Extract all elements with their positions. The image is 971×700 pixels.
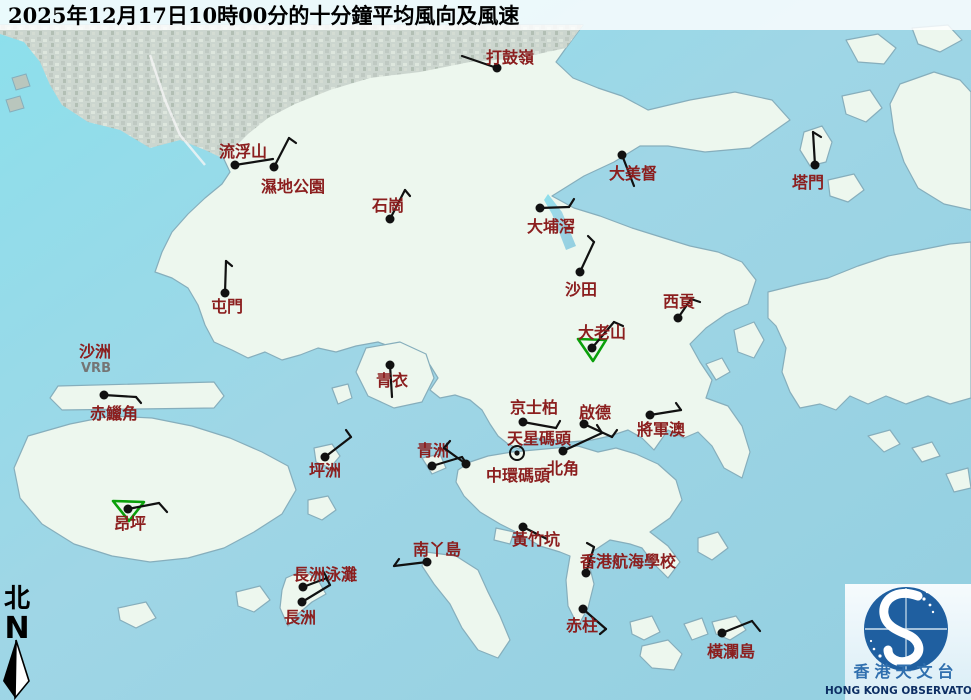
station-label: 將軍澳 xyxy=(637,420,686,439)
logo-name-english: HONG KONG OBSERVATORY xyxy=(825,685,971,697)
station-sha-chau: 沙洲VRB xyxy=(79,342,111,376)
station-label: 大老山 xyxy=(578,323,626,342)
station-label: 橫瀾島 xyxy=(707,642,755,661)
station-label: 沙田 xyxy=(565,280,597,299)
station-label: 北角 xyxy=(547,459,579,478)
station-sublabel: VRB xyxy=(81,361,111,376)
station-dot xyxy=(231,161,240,170)
station-label: 青衣 xyxy=(376,371,408,390)
station-dot xyxy=(270,163,279,172)
title-bar: 2025年12月17日10時00分的十分鐘平均風向及風速 xyxy=(0,0,971,30)
station-label: 坪洲 xyxy=(309,461,341,480)
station-label: 打鼓嶺 xyxy=(486,48,534,67)
logo-name-chinese: 香港天文台 xyxy=(852,662,958,681)
station-label: 天星碼頭 xyxy=(507,429,572,448)
hko-wind-map: 打鼓嶺流浮山濕地公園石崗 大美督 塔門大埔滘沙田西貢大老山 屯門沙洲VRB 赤鱲角 青衣坪… xyxy=(0,0,971,700)
station-dot xyxy=(674,314,683,323)
station-label: 長洲泳灘 xyxy=(293,565,357,584)
station-dot xyxy=(718,629,727,638)
station-dot xyxy=(579,605,588,614)
station-dot xyxy=(386,361,395,370)
station-dot xyxy=(100,391,109,400)
compass-north-cjk: 北 xyxy=(4,584,30,614)
station-dot xyxy=(646,411,655,420)
station-label: 黃竹坑 xyxy=(511,530,560,549)
station-dot xyxy=(298,598,307,607)
station-dot xyxy=(462,460,471,469)
station-label: 大埔滘 xyxy=(527,217,575,236)
station-dot xyxy=(588,344,597,353)
station-label: 流浮山 xyxy=(219,142,267,161)
compass: 北 N xyxy=(3,584,30,698)
station-label: 啟德 xyxy=(579,403,611,422)
station-label: 中環碼頭 xyxy=(486,466,551,485)
station-label: 塔門 xyxy=(792,173,824,192)
map-title: 2025年12月17日10時00分的十分鐘平均風向及風速 xyxy=(8,3,519,28)
station-label: 西貢 xyxy=(663,292,695,311)
station-label: 青洲 xyxy=(417,441,449,460)
station-dot xyxy=(559,447,568,456)
station-label: 南丫島 xyxy=(413,540,461,559)
station-label: 香港航海學校 xyxy=(579,552,677,571)
station-dot xyxy=(519,418,528,427)
station-label: 屯門 xyxy=(211,297,243,316)
hko-logo: 香港天文台 HONG KONG OBSERVATORY xyxy=(825,584,971,700)
station-label: 石崗 xyxy=(371,196,404,215)
station-label: 沙洲 xyxy=(79,342,111,361)
station-dot xyxy=(124,505,133,514)
station-dot xyxy=(811,161,820,170)
map-canvas: 打鼓嶺流浮山濕地公園石崗 大美督 塔門大埔滘沙田西貢大老山 屯門沙洲VRB 赤鱲角 青衣坪… xyxy=(0,0,971,700)
station-label: 長洲 xyxy=(284,608,316,627)
station-label: 大美督 xyxy=(609,164,657,183)
station-dot xyxy=(386,215,395,224)
station-label: 赤柱 xyxy=(566,616,598,635)
station-label: 京士柏 xyxy=(510,398,558,417)
station-dot xyxy=(536,204,545,213)
station-label: 濕地公園 xyxy=(261,177,325,196)
station-dot xyxy=(514,450,519,455)
station-label: 昂坪 xyxy=(114,514,146,533)
station-dot xyxy=(428,462,437,471)
station-dot xyxy=(576,268,585,277)
wind-barb-shaft xyxy=(225,261,226,293)
station-label: 赤鱲角 xyxy=(90,404,138,423)
station-dot xyxy=(618,151,627,160)
